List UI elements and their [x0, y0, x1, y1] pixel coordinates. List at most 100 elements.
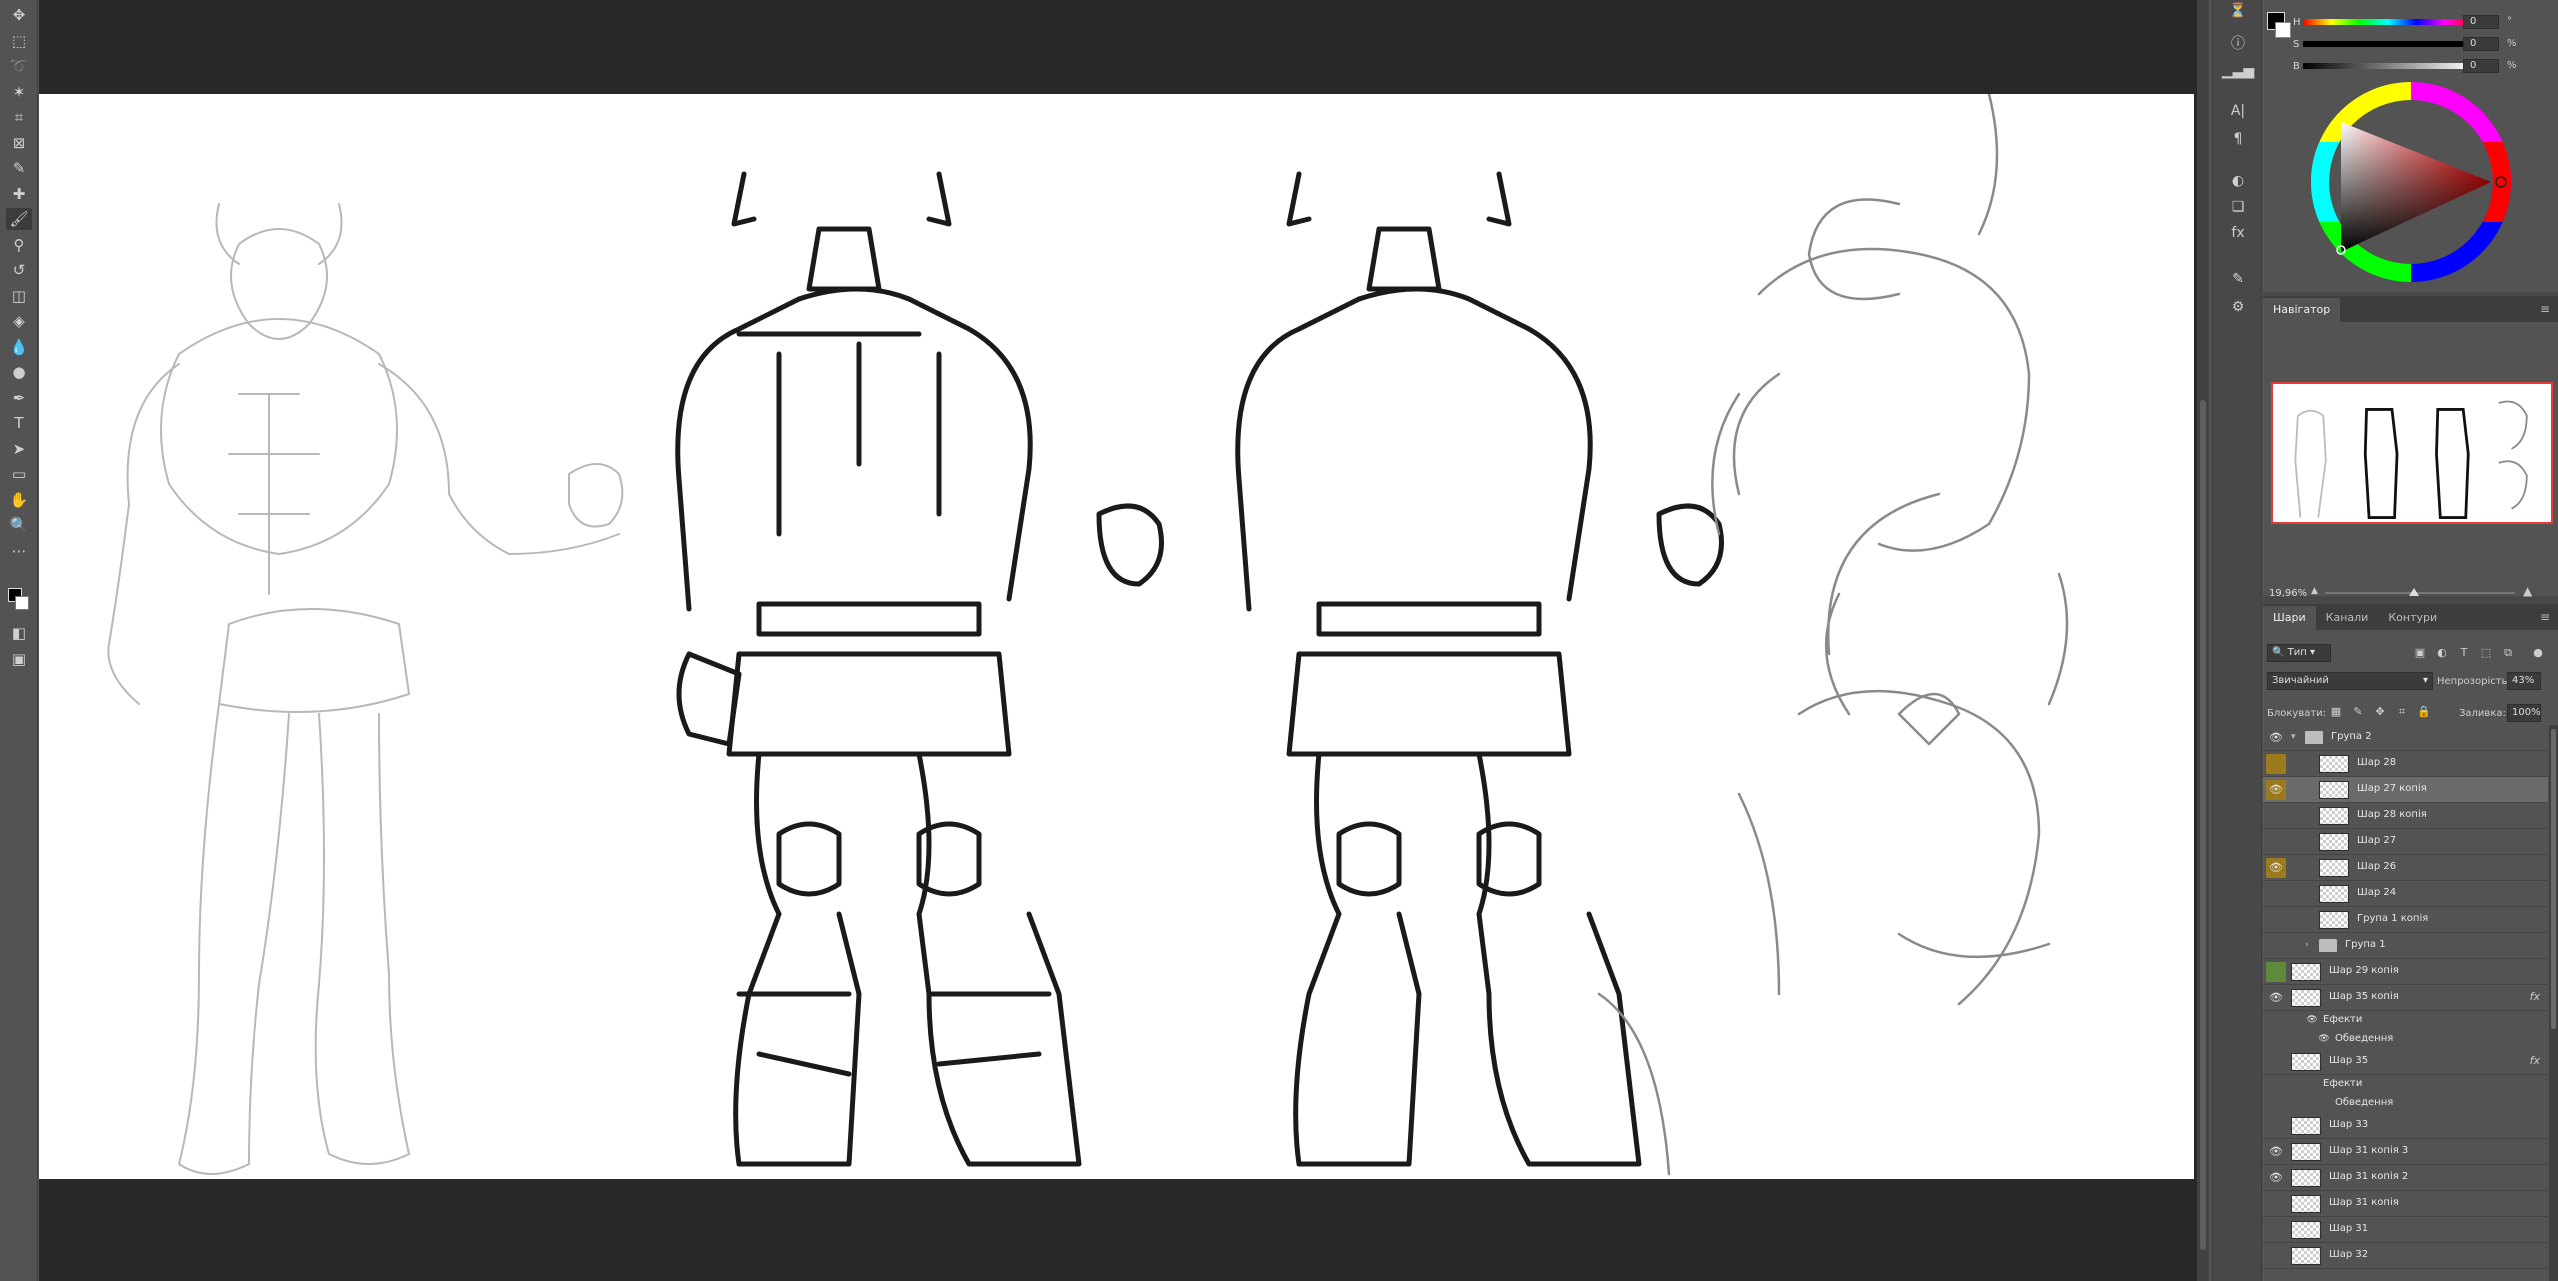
- libraries-icon[interactable]: ❏: [2226, 196, 2250, 218]
- background-color-swatch[interactable]: [2275, 22, 2291, 38]
- layer-group-row[interactable]: 👁 ▾ Група 2: [2263, 725, 2548, 751]
- document-canvas[interactable]: [39, 94, 2194, 1179]
- visibility-eye-icon[interactable]: 👁: [2266, 728, 2286, 748]
- filter-pixel-icon[interactable]: ▣: [2413, 646, 2427, 660]
- lock-image-icon[interactable]: ✎: [2351, 705, 2365, 719]
- zoom-in-icon[interactable]: ▲: [2523, 584, 2532, 598]
- layer-row[interactable]: 👁 Шар 31 копія: [2263, 1191, 2548, 1217]
- layer-row[interactable]: 👁 Шар 31: [2263, 1217, 2548, 1243]
- visibility-eye-icon[interactable]: 👁: [2266, 988, 2286, 1008]
- visibility-eye-icon[interactable]: 👁: [2266, 1052, 2286, 1072]
- layer-effect-row[interactable]: 👁 Обведення: [2263, 1030, 2548, 1049]
- visibility-eye-icon[interactable]: 👁: [2266, 858, 2286, 878]
- layer-row[interactable]: 👁 Шар 26: [2263, 855, 2548, 881]
- layer-effect-row[interactable]: 👁 Ефекти: [2263, 1075, 2548, 1094]
- color-wheel[interactable]: [2311, 82, 2511, 282]
- history-brush-icon[interactable]: ↺: [6, 259, 32, 281]
- blend-mode-select[interactable]: Звичайний ▾: [2267, 672, 2433, 690]
- layer-effect-row[interactable]: 👁 Обведення: [2263, 1094, 2548, 1113]
- marquee-icon[interactable]: ⬚: [6, 30, 32, 52]
- layers-panel-menu-icon[interactable]: ≡: [2540, 610, 2550, 624]
- layer-row[interactable]: 👁 Шар 35 fx: [2263, 1049, 2548, 1075]
- brush-settings-icon[interactable]: ✎: [2226, 268, 2250, 290]
- navigator-zoom-value[interactable]: 19,96%: [2269, 588, 2307, 599]
- layer-row[interactable]: 👁 Шар 27 копія: [2263, 777, 2548, 803]
- histogram-icon[interactable]: ▁▃▅: [2222, 60, 2254, 82]
- layers-scrollbar-thumb[interactable]: [2551, 729, 2556, 1029]
- layer-effects-icon[interactable]: fx: [2530, 990, 2540, 1003]
- fill-value[interactable]: 100%: [2507, 704, 2541, 722]
- effect-visibility-eye-icon[interactable]: 👁: [2317, 1094, 2331, 1112]
- quick-mask-icon[interactable]: ◧: [6, 622, 32, 644]
- layer-effect-row[interactable]: 👁 Ефекти: [2263, 1011, 2548, 1030]
- tab-channels[interactable]: Канали: [2316, 606, 2379, 630]
- filter-smart-object-icon[interactable]: ⧉: [2501, 646, 2515, 660]
- filter-adjustment-icon[interactable]: ◐: [2435, 646, 2449, 660]
- layer-row[interactable]: 👁 Шар 31 копія 3: [2263, 1139, 2548, 1165]
- layer-group-row[interactable]: 👁 › Група 1: [2263, 933, 2548, 959]
- tab-paths[interactable]: Контури: [2378, 606, 2447, 630]
- lock-artboard-icon[interactable]: ⌗: [2395, 705, 2409, 719]
- zoom-icon[interactable]: 🔍: [6, 514, 32, 536]
- adjustments-icon[interactable]: ◐: [2226, 170, 2250, 192]
- visibility-eye-icon[interactable]: 👁: [2266, 806, 2286, 826]
- healing-brush-icon[interactable]: ✚: [6, 183, 32, 205]
- visibility-eye-icon[interactable]: 👁: [2266, 1220, 2286, 1240]
- visibility-eye-icon[interactable]: 👁: [2266, 1116, 2286, 1136]
- navigator-preview[interactable]: [2271, 382, 2553, 524]
- visibility-eye-icon[interactable]: 👁: [2266, 780, 2286, 800]
- saturation-track[interactable]: [2303, 41, 2473, 47]
- visibility-eye-icon[interactable]: 👁: [2266, 1168, 2286, 1188]
- canvas-workspace[interactable]: [39, 0, 2197, 1281]
- visibility-eye-icon[interactable]: 👁: [2266, 962, 2286, 982]
- hue-slider-row[interactable]: H: [2293, 16, 2473, 28]
- visibility-eye-icon[interactable]: 👁: [2266, 936, 2286, 956]
- brightness-track[interactable]: [2303, 63, 2473, 69]
- blur-icon[interactable]: 💧: [6, 336, 32, 358]
- paint-bucket-icon[interactable]: ◈: [6, 310, 32, 332]
- layer-effects-icon[interactable]: fx: [2530, 1054, 2540, 1067]
- history-icon[interactable]: ⏳: [2226, 0, 2250, 22]
- effect-visibility-eye-icon[interactable]: 👁: [2305, 1011, 2319, 1029]
- effect-visibility-eye-icon[interactable]: 👁: [2305, 1075, 2319, 1093]
- clone-stamp-icon[interactable]: ⚲: [6, 234, 32, 256]
- layer-row[interactable]: 👁 Шар 35 копія fx: [2263, 985, 2548, 1011]
- move-icon[interactable]: ✥: [6, 4, 32, 26]
- filter-toggle-icon[interactable]: ●: [2531, 646, 2545, 660]
- visibility-eye-icon[interactable]: 👁: [2266, 1142, 2286, 1162]
- layer-row[interactable]: 👁 Шар 28 копія: [2263, 803, 2548, 829]
- crop-icon[interactable]: ⌗: [6, 106, 32, 128]
- pen-icon[interactable]: ✒: [6, 387, 32, 409]
- properties-icon[interactable]: ⚙: [2226, 296, 2250, 318]
- layer-row[interactable]: 👁 Шар 31 копія 2: [2263, 1165, 2548, 1191]
- zoom-out-icon[interactable]: ▲: [2311, 586, 2318, 596]
- hue-track[interactable]: [2303, 19, 2473, 25]
- layer-row[interactable]: 👁 Шар 33: [2263, 1113, 2548, 1139]
- layer-row[interactable]: 👁 Шар 29 копія: [2263, 959, 2548, 985]
- visibility-eye-icon[interactable]: 👁: [2266, 1194, 2286, 1214]
- layer-row[interactable]: 👁 Шар 24: [2263, 881, 2548, 907]
- layer-row[interactable]: 👁 Група 1 копія: [2263, 907, 2548, 933]
- zoom-slider-knob[interactable]: [2409, 588, 2419, 596]
- styles-icon[interactable]: fx: [2226, 222, 2250, 244]
- layers-scrollbar[interactable]: [2549, 725, 2558, 1281]
- visibility-eye-icon[interactable]: 👁: [2266, 1246, 2286, 1266]
- effect-visibility-eye-icon[interactable]: 👁: [2317, 1030, 2331, 1048]
- visibility-eye-icon[interactable]: 👁: [2266, 910, 2286, 930]
- brightness-slider-row[interactable]: B: [2293, 60, 2473, 72]
- layer-row[interactable]: 👁 Шар 28: [2263, 751, 2548, 777]
- eyedropper-icon[interactable]: ✎: [6, 157, 32, 179]
- eraser-icon[interactable]: ◫: [6, 285, 32, 307]
- filter-type-icon[interactable]: T: [2457, 646, 2471, 660]
- navigator-zoom-slider[interactable]: [2325, 588, 2515, 596]
- layer-row[interactable]: 👁 Шар 32: [2263, 1243, 2548, 1269]
- magic-wand-icon[interactable]: ✶: [6, 81, 32, 103]
- background-color-swatch-tool[interactable]: [15, 596, 29, 610]
- rectangle-icon[interactable]: ▭: [6, 463, 32, 485]
- lasso-icon[interactable]: ➰: [6, 55, 32, 77]
- saturation-value[interactable]: 0: [2463, 37, 2499, 51]
- group-collapse-icon[interactable]: ▾: [2291, 732, 2296, 742]
- hue-value[interactable]: 0: [2463, 15, 2499, 29]
- filter-shape-icon[interactable]: ⬚: [2479, 646, 2493, 660]
- more-tools-icon[interactable]: ⋯: [6, 540, 32, 562]
